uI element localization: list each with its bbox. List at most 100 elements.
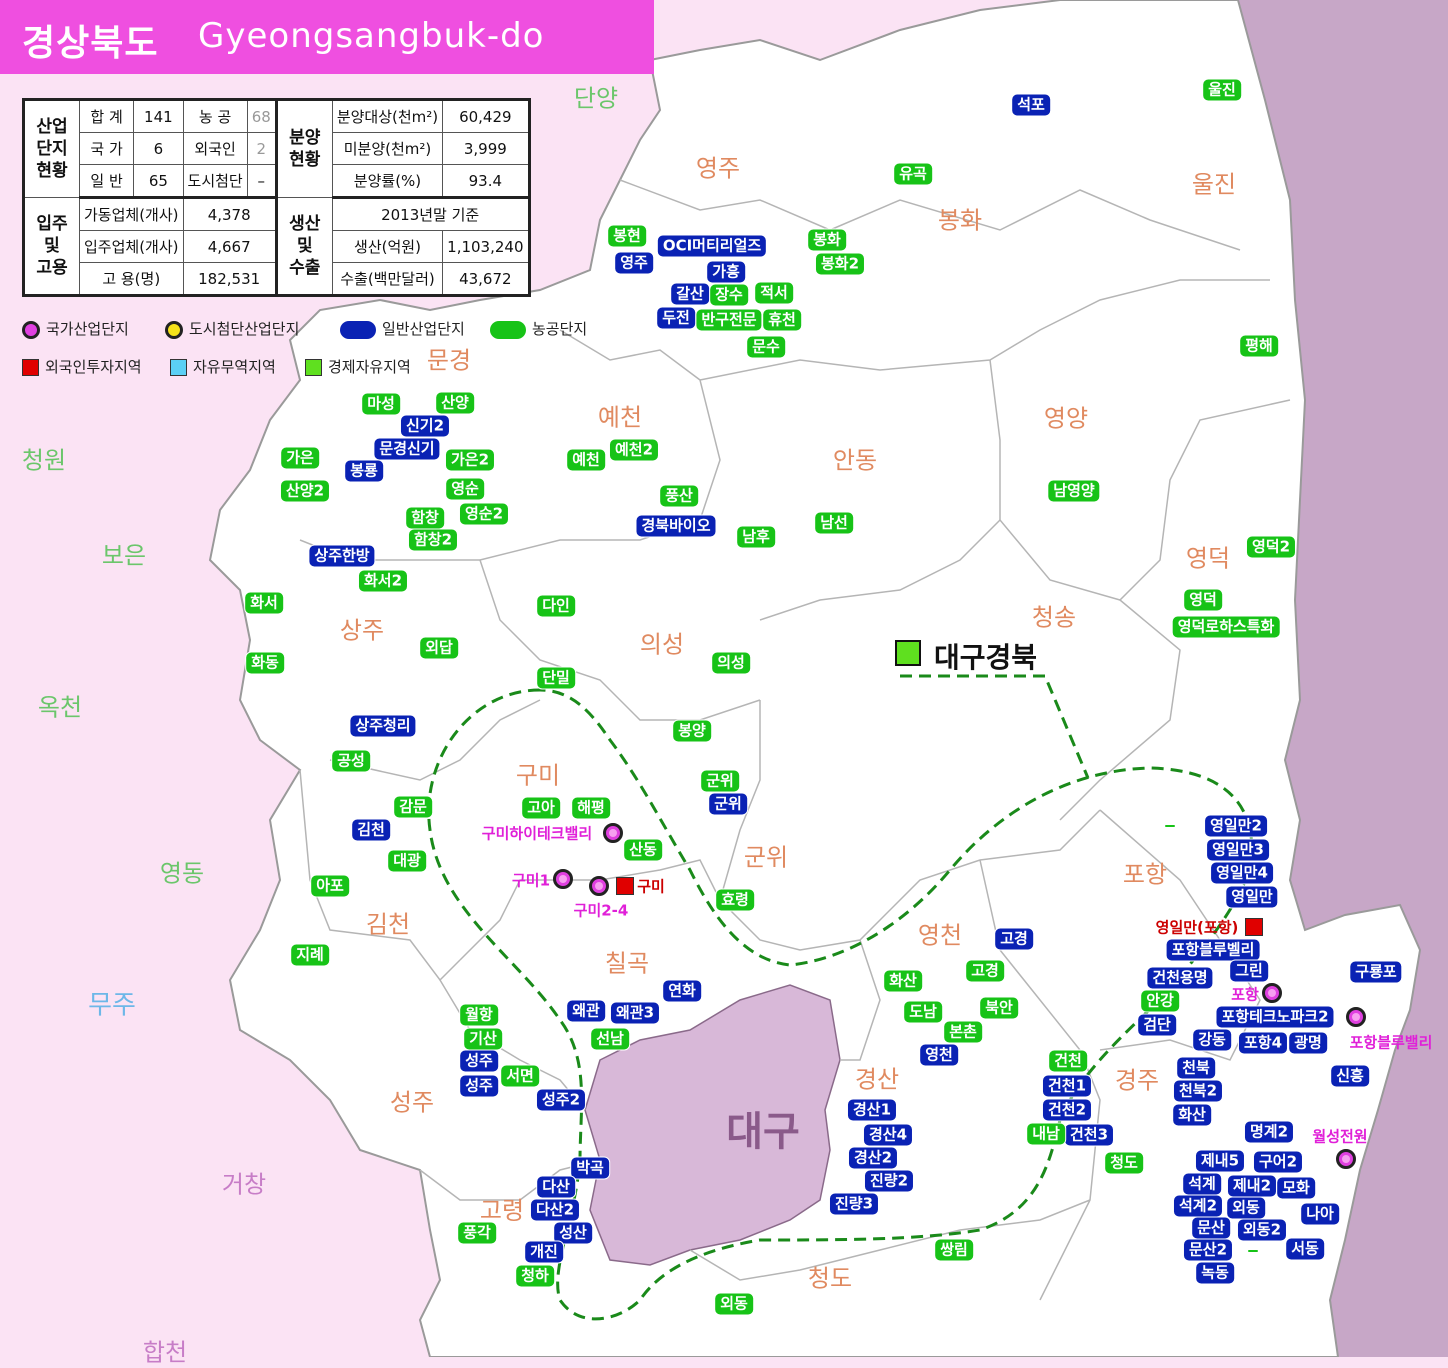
national-complex-icon xyxy=(1346,1007,1366,1027)
general-complex-tag: 천북 xyxy=(1176,1056,1216,1080)
region-label: 의성 xyxy=(639,630,685,659)
title-banner: 경상북도 Gyeongsangbuk-do xyxy=(0,0,654,74)
general-complex-tag: 성주 xyxy=(459,1049,499,1073)
general-complex-tag: 모화 xyxy=(1276,1176,1316,1200)
title-korean: 경상북도 xyxy=(22,23,159,64)
legend-label: 경제자유지역 xyxy=(328,358,411,376)
agro-complex-tag: 적서 xyxy=(754,281,794,305)
agro-complex-tag: 화산 xyxy=(883,969,923,993)
region-label: 문경 xyxy=(426,346,472,375)
national-complex-icon xyxy=(22,320,40,339)
foreign-investment-label: 영일만(포항) xyxy=(1155,918,1239,937)
agro-complex-tag: 화동 xyxy=(245,651,285,675)
foreign-investment-icon xyxy=(22,359,39,376)
general-complex-tag: 명계2 xyxy=(1243,1120,1295,1144)
national-complex-icon xyxy=(1336,1149,1356,1169)
agro-complex-tag: 산양 xyxy=(435,391,475,415)
general-complex-icon xyxy=(340,320,376,339)
general-complex-tag: 영일만 xyxy=(1225,885,1279,909)
complex-header: 산업 단지 현황 xyxy=(23,99,80,198)
external-region-label: 영동 xyxy=(159,859,205,888)
national-complex-label: 포항 xyxy=(1231,985,1259,1004)
legend-label: 일반산업단지 xyxy=(382,320,465,338)
agro-complex-tag: 함창 xyxy=(405,506,445,530)
stat-value: 1,103,240 xyxy=(442,230,530,263)
general-complex-tag: 문경신기 xyxy=(373,437,441,461)
general-complex-tag: 외동 xyxy=(1226,1196,1266,1220)
general-complex-tag: 서동 xyxy=(1285,1237,1325,1261)
stat-label: 농 공 xyxy=(182,99,248,133)
agro-complex-tag: 의성 xyxy=(711,651,751,675)
free-economic-icon xyxy=(305,359,322,376)
agro-complex-tag: 도남 xyxy=(903,1000,943,1024)
general-complex-tag: 외동2 xyxy=(1236,1218,1288,1242)
stat-value: 3,999 xyxy=(442,132,530,165)
stat-label: 국 가 xyxy=(78,132,135,165)
general-complex-tag: 석포 xyxy=(1011,93,1051,117)
agro-complex-tag: 가은2 xyxy=(444,448,496,472)
general-complex-tag: 건천1 xyxy=(1041,1074,1093,1098)
stat-value: 141 xyxy=(133,99,184,133)
agro-complex-tag: 화서 xyxy=(244,591,284,615)
prod-header: 생산 및 수출 xyxy=(275,197,333,296)
agro-complex-tag: 휴천 xyxy=(762,308,802,332)
stat-label: 도시첨단 xyxy=(182,164,248,199)
general-complex-tag: 가흥 xyxy=(706,260,746,284)
region-label: 청도 xyxy=(807,1264,853,1293)
region-label: 영덕 xyxy=(1185,544,1231,573)
general-complex-tag: 김천 xyxy=(351,818,391,842)
legend-label: 자유무역지역 xyxy=(193,358,276,376)
agro-complex-tag: 남선 xyxy=(814,511,854,535)
stats-table: 산업 단지 현황 합 계 141 농 공 68 분양 현황 분양대상(천m²) 60,… xyxy=(22,98,531,297)
agro-complex-tag: 청도 xyxy=(1104,1151,1144,1175)
agro-complex-tag: 함창2 xyxy=(407,528,459,552)
general-complex-tag: 제내5 xyxy=(1194,1149,1246,1173)
legend-general: 일반산업단지 xyxy=(340,318,465,339)
general-complex-tag: 갈산 xyxy=(670,282,710,306)
general-complex-tag: 두전 xyxy=(656,306,696,330)
region-label: 성주 xyxy=(389,1088,435,1117)
general-complex-tag: 상주한방 xyxy=(308,544,376,568)
general-complex-tag: 신기2 xyxy=(399,414,451,438)
external-region-label: 무주 xyxy=(88,990,136,1021)
legend-label: 외국인투자지역 xyxy=(45,358,142,376)
region-label: 영천 xyxy=(917,921,963,950)
region-label: 영양 xyxy=(1043,404,1089,433)
agro-complex-tag: 고아 xyxy=(521,796,561,820)
agro-complex-tag: 해평 xyxy=(571,796,611,820)
external-region-label: 합천 xyxy=(142,1338,188,1367)
agro-complex-tag: 군위 xyxy=(700,769,740,793)
region-label: 봉화 xyxy=(937,206,983,235)
agro-complex-tag: 봉현 xyxy=(607,224,647,248)
legend-foreign: 외국인투자지역 xyxy=(22,356,142,377)
agro-complex-tag: 선남 xyxy=(590,1027,630,1051)
tenant-header: 입주 및 고용 xyxy=(23,197,80,296)
general-complex-tag: 경산1 xyxy=(846,1098,898,1122)
agro-complex-tag: 아포 xyxy=(310,874,350,898)
agro-complex-tag: 풍각 xyxy=(457,1221,497,1245)
daegu-label: 대구 xyxy=(726,1109,800,1155)
agro-complex-tag: 영덕 xyxy=(1183,588,1223,612)
national-complex-label: 구미1 xyxy=(511,871,551,890)
general-complex-tag: 화산 xyxy=(1172,1103,1212,1127)
general-complex-tag: 성주2 xyxy=(535,1088,587,1112)
region-label: 포항 xyxy=(1122,860,1168,889)
stat-label: 분양률(%) xyxy=(331,164,444,199)
general-complex-tag: 나아 xyxy=(1300,1202,1340,1226)
region-label: 상주 xyxy=(339,616,385,645)
stat-label: 입주업체(개사) xyxy=(79,230,184,263)
prod-note: 2013년말 기준 xyxy=(331,197,530,231)
agro-complex-tag: 영순 xyxy=(445,477,485,501)
urban-high-tech-icon xyxy=(165,320,183,339)
agro-complex-tag: 서면 xyxy=(500,1064,540,1088)
agro-complex-tag: 감문 xyxy=(393,795,433,819)
general-complex-tag: 석계 xyxy=(1182,1172,1222,1196)
agro-complex-tag: 외답 xyxy=(419,636,459,660)
agro-complex-tag: 가은 xyxy=(280,446,320,470)
sale-header: 분양 현황 xyxy=(275,99,333,198)
agro-complex-tag: 영덕2 xyxy=(1245,535,1297,559)
external-region-label: 옥천 xyxy=(37,693,83,722)
national-complex-label: 포항블루밸리 xyxy=(1349,1033,1433,1052)
region-label: 경산 xyxy=(854,1065,900,1094)
fez-label: 대구경북 xyxy=(934,641,1038,674)
